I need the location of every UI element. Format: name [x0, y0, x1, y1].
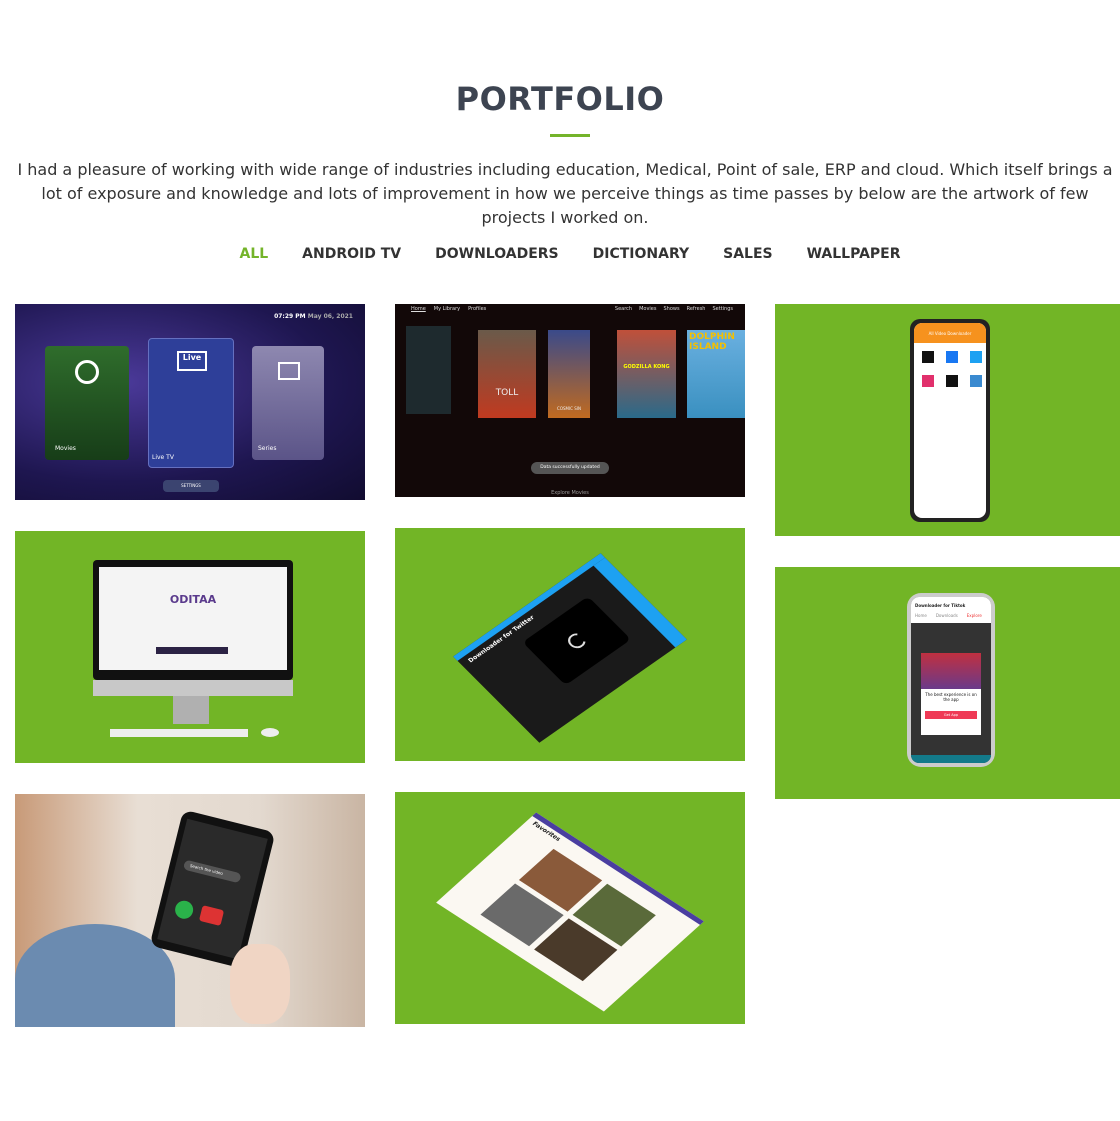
nav-search[interactable]: Search [615, 306, 632, 312]
filter-dictionary[interactable]: DICTIONARY [593, 246, 689, 262]
page-title: PORTFOLIO [455, 80, 665, 118]
portfolio-item-iptv[interactable]: 07:29 PM May 06, 2021 Movies Live Live T… [15, 304, 365, 500]
portfolio-item-movies[interactable]: Home My Library Profiles Search Movies S… [395, 304, 745, 497]
facebook-icon [946, 351, 958, 363]
nav-settings[interactable]: Settings [712, 306, 733, 312]
live-tv-label: Live TV [152, 454, 174, 461]
monitor-stand [173, 696, 209, 724]
instagram-icon [922, 375, 934, 387]
phone: Downloader for Tiktok Home Downloads Exp… [907, 593, 995, 767]
filter-wallpaper[interactable]: WALLPAPER [807, 246, 901, 262]
explore-movies[interactable]: Explore Movies [395, 490, 745, 496]
nav-my-library[interactable]: My Library [434, 306, 460, 312]
nav-shows[interactable]: Shows [663, 306, 679, 312]
portfolio-item-twitter[interactable]: Downloader for Twitter [395, 528, 745, 761]
portfolio-item-status-saver[interactable]: Search the video [15, 794, 365, 1027]
clapperboard-icon [278, 362, 300, 380]
nav-movies[interactable]: Movies [639, 306, 656, 312]
nav-home[interactable]: Home [411, 306, 426, 312]
poster[interactable]: COSMIC SIN [548, 330, 590, 418]
tab-explore[interactable]: Explore [967, 613, 982, 618]
tv-time: 07:29 PM [274, 313, 306, 320]
tablet-screen: Downloader for Twitter [453, 553, 687, 743]
poster[interactable]: GODZILLA KONG [617, 330, 676, 418]
search-field: Search the video [182, 859, 242, 884]
filter-android-tv[interactable]: ANDROID TV [302, 246, 401, 262]
monitor: ODITAA [93, 560, 293, 680]
nav-profiles[interactable]: Profiles [468, 306, 486, 312]
tiktok-logo-icon [921, 653, 981, 689]
portfolio-description: I had a pleasure of working with wide ra… [17, 160, 1113, 227]
wallpaper-screen: Favorites [436, 812, 704, 1012]
series-card[interactable]: Series [252, 346, 324, 460]
tv-date: May 06, 2021 [307, 313, 353, 320]
tiktok-icon [922, 351, 934, 363]
filter-all[interactable]: ALL [239, 246, 268, 262]
twitter-download-icon [970, 375, 982, 387]
keyboard [110, 729, 248, 737]
get-app-button[interactable]: Get App [925, 711, 977, 719]
whatsapp-icon [173, 898, 196, 921]
play-icon [75, 360, 99, 384]
phone: All Video Downloader [910, 319, 990, 522]
nav-refresh[interactable]: Refresh [687, 306, 706, 312]
tab-downloads[interactable]: Downloads [936, 613, 958, 618]
twitter-icon [970, 351, 982, 363]
portfolio-item-tiktok[interactable]: Downloader for Tiktok Home Downloads Exp… [775, 567, 1120, 799]
filter-sales[interactable]: SALES [723, 246, 773, 262]
poster[interactable]: TOLL [478, 330, 536, 418]
movies-label: Movies [55, 445, 76, 452]
status-download-icon [946, 375, 958, 387]
live-tv-card[interactable]: Live Live TV [148, 338, 234, 468]
portfolio-item-video-downloader[interactable]: All Video Downloader [775, 304, 1120, 536]
filter-downloaders[interactable]: DOWNLOADERS [435, 246, 559, 262]
favorites-title: Favorites [530, 820, 563, 843]
title-underline [550, 134, 590, 137]
portfolio-item-pos[interactable]: ODITAA [15, 531, 365, 763]
movies-card[interactable]: Movies [45, 346, 129, 460]
settings-button[interactable]: SETTINGS [163, 480, 219, 492]
portfolio-item-wallpaper[interactable]: Favorites [395, 792, 745, 1024]
monitor-chin [93, 680, 293, 696]
poster[interactable]: DOLPHIN ISLAND [687, 330, 745, 418]
pos-logo: ODITAA [169, 593, 217, 606]
hand [230, 944, 290, 1024]
series-label: Series [258, 445, 277, 452]
toast: Data successfully updated [531, 462, 609, 474]
promo-title: The best experience is on the app [925, 692, 977, 702]
mouse [261, 728, 279, 737]
tiktok-app-title: Downloader for Tiktok [915, 603, 966, 608]
tv-icon: Live [177, 351, 207, 371]
app-title: All Video Downloader [914, 323, 986, 343]
youtube-icon [198, 905, 225, 926]
login-button [156, 647, 228, 654]
tab-home[interactable]: Home [915, 613, 927, 618]
filter-tabs: ALL ANDROID TV DOWNLOADERS DICTIONARY SA… [0, 246, 1120, 262]
poster[interactable] [406, 326, 451, 414]
